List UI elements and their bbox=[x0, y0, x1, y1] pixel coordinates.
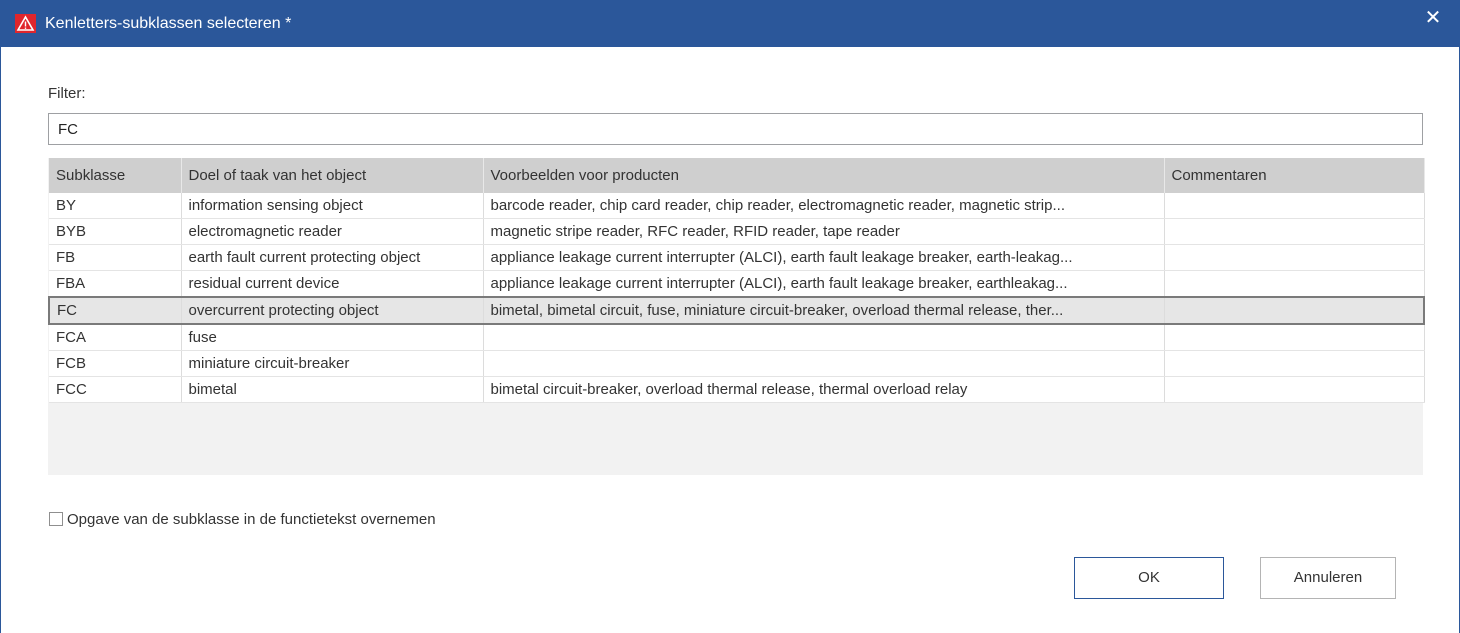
table-row[interactable]: FCB miniature circuit-breaker bbox=[49, 350, 1425, 377]
cell-commentaren bbox=[1164, 193, 1425, 219]
cell-commentaren bbox=[1164, 218, 1425, 245]
ok-button[interactable]: OK bbox=[1074, 557, 1224, 599]
cell-commentaren bbox=[1164, 324, 1425, 351]
cell-subklasse: BY bbox=[49, 193, 182, 219]
cell-subklasse: BYB bbox=[49, 218, 182, 245]
warning-triangle-icon bbox=[15, 14, 36, 33]
column-header-commentaren[interactable]: Commentaren bbox=[1164, 158, 1425, 193]
table-row[interactable]: BY information sensing object barcode re… bbox=[49, 193, 1425, 219]
cell-subklasse: FCC bbox=[49, 376, 182, 403]
window-title: Kenletters-subklassen selecteren * bbox=[45, 15, 292, 32]
cancel-button[interactable]: Annuleren bbox=[1260, 557, 1396, 599]
subclass-table: Subklasse Doel of taak van het object Vo… bbox=[48, 158, 1425, 475]
table-header-row: Subklasse Doel of taak van het object Vo… bbox=[49, 158, 1425, 193]
dialog-window: Kenletters-subklassen selecteren * ✕ Fil… bbox=[0, 0, 1460, 633]
cell-voorbeelden: magnetic stripe reader, RFC reader, RFID… bbox=[483, 218, 1165, 245]
table-row[interactable]: FCA fuse bbox=[49, 324, 1425, 351]
transfer-subclass-label: Opgave van de subklasse in de functietek… bbox=[67, 510, 436, 528]
transfer-subclass-checkbox[interactable] bbox=[49, 512, 63, 526]
cell-doel: miniature circuit-breaker bbox=[181, 350, 484, 377]
cell-voorbeelden: appliance leakage current interrupter (A… bbox=[483, 270, 1165, 298]
cell-doel: earth fault current protecting object bbox=[181, 244, 484, 271]
cell-doel: residual current device bbox=[181, 270, 484, 298]
cell-subklasse: FCB bbox=[49, 350, 182, 377]
transfer-subclass-option[interactable]: Opgave van de subklasse in de functietek… bbox=[49, 509, 436, 529]
cell-subklasse: FBA bbox=[49, 270, 182, 298]
cell-subklasse: FC bbox=[48, 296, 182, 325]
cell-commentaren bbox=[1164, 244, 1425, 271]
table-row[interactable]: FCC bimetal bimetal circuit-breaker, ove… bbox=[49, 376, 1425, 403]
title-bar: Kenletters-subklassen selecteren * ✕ bbox=[1, 0, 1460, 47]
cell-commentaren bbox=[1164, 270, 1425, 298]
table-row[interactable]: BYB electromagnetic reader magnetic stri… bbox=[49, 218, 1425, 245]
filter-input[interactable] bbox=[48, 113, 1423, 145]
cell-commentaren bbox=[1164, 350, 1425, 377]
cell-voorbeelden bbox=[483, 324, 1165, 351]
cell-commentaren bbox=[1164, 296, 1425, 325]
cell-doel: bimetal bbox=[181, 376, 484, 403]
cell-voorbeelden: barcode reader, chip card reader, chip r… bbox=[483, 193, 1165, 219]
table-row-selected[interactable]: FC overcurrent protecting object bimetal… bbox=[48, 296, 1425, 325]
cell-voorbeelden: bimetal, bimetal circuit, fuse, miniatur… bbox=[483, 296, 1165, 325]
cell-voorbeelden: bimetal circuit-breaker, overload therma… bbox=[483, 376, 1165, 403]
cell-voorbeelden: appliance leakage current interrupter (A… bbox=[483, 244, 1165, 271]
column-header-subklasse[interactable]: Subklasse bbox=[49, 158, 182, 193]
cell-voorbeelden bbox=[483, 350, 1165, 377]
close-button[interactable]: ✕ bbox=[1417, 2, 1449, 34]
table-row[interactable]: FB earth fault current protecting object… bbox=[49, 244, 1425, 271]
filter-label: Filter: bbox=[48, 85, 86, 102]
cell-doel: overcurrent protecting object bbox=[181, 296, 484, 325]
table-row[interactable]: FBA residual current device appliance le… bbox=[49, 270, 1425, 298]
cell-doel: information sensing object bbox=[181, 193, 484, 219]
cell-commentaren bbox=[1164, 376, 1425, 403]
cell-doel: electromagnetic reader bbox=[181, 218, 484, 245]
column-header-voorbeelden[interactable]: Voorbeelden voor producten bbox=[483, 158, 1165, 193]
cell-subklasse: FCA bbox=[49, 324, 182, 351]
cell-doel: fuse bbox=[181, 324, 484, 351]
column-header-doel[interactable]: Doel of taak van het object bbox=[181, 158, 484, 193]
cell-subklasse: FB bbox=[49, 244, 182, 271]
